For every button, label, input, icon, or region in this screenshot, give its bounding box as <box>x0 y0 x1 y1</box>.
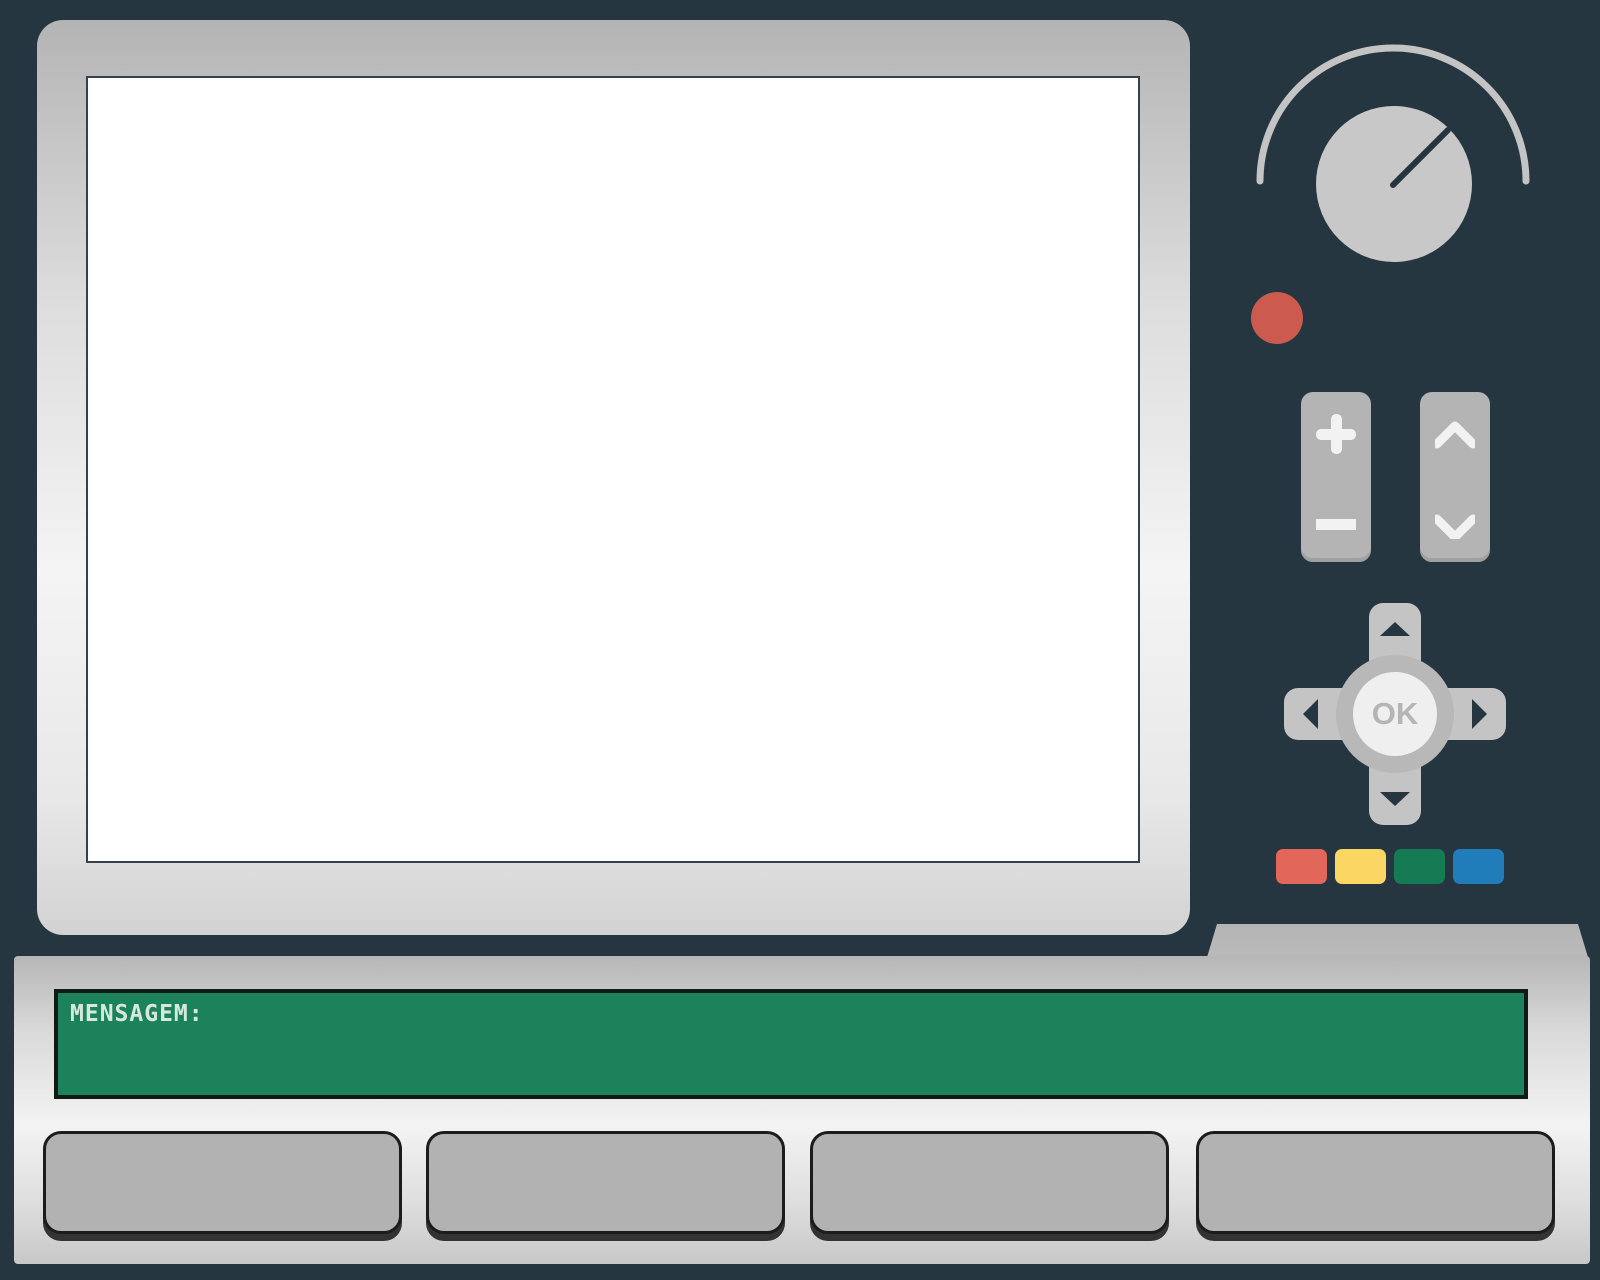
minus-icon <box>1316 519 1356 530</box>
softkey-2[interactable] <box>426 1131 785 1234</box>
ok-button[interactable]: OK <box>1353 672 1437 756</box>
power-led[interactable] <box>1251 292 1303 344</box>
volume-rocker <box>1301 392 1371 562</box>
triangle-down-icon <box>1380 792 1410 806</box>
tv-screen <box>86 76 1140 863</box>
message-label: MENSAGEM: <box>70 1001 204 1027</box>
message-panel: MENSAGEM: <box>54 989 1528 1099</box>
triangle-up-icon <box>1380 622 1410 636</box>
channel-up-button[interactable] <box>1420 392 1490 477</box>
dpad-right-button[interactable] <box>1454 688 1506 740</box>
softkey-3[interactable] <box>810 1131 1169 1234</box>
triangle-right-icon <box>1472 699 1487 729</box>
dpad: OK <box>1284 603 1506 825</box>
volume-up-button[interactable] <box>1301 392 1371 477</box>
dpad-up-button[interactable] <box>1369 603 1421 655</box>
color-key-blue[interactable] <box>1453 849 1504 884</box>
plus-icon <box>1316 414 1356 454</box>
chevron-up-icon <box>1435 421 1475 449</box>
channel-rocker <box>1420 392 1490 562</box>
softkey-4[interactable] <box>1196 1131 1555 1234</box>
color-key-green[interactable] <box>1394 849 1445 884</box>
dial-knob-icon[interactable] <box>1316 106 1472 262</box>
dpad-down-button[interactable] <box>1369 773 1421 825</box>
chevron-down-icon <box>1435 514 1475 539</box>
triangle-left-icon <box>1303 699 1318 729</box>
color-key-yellow[interactable] <box>1335 849 1386 884</box>
dpad-left-button[interactable] <box>1284 688 1336 740</box>
channel-down-button[interactable] <box>1420 477 1490 562</box>
softkey-1[interactable] <box>43 1131 402 1234</box>
tv-frame <box>37 20 1190 935</box>
volume-down-button[interactable] <box>1301 477 1371 562</box>
knob-indicator-icon <box>1390 127 1451 188</box>
color-key-red[interactable] <box>1276 849 1327 884</box>
